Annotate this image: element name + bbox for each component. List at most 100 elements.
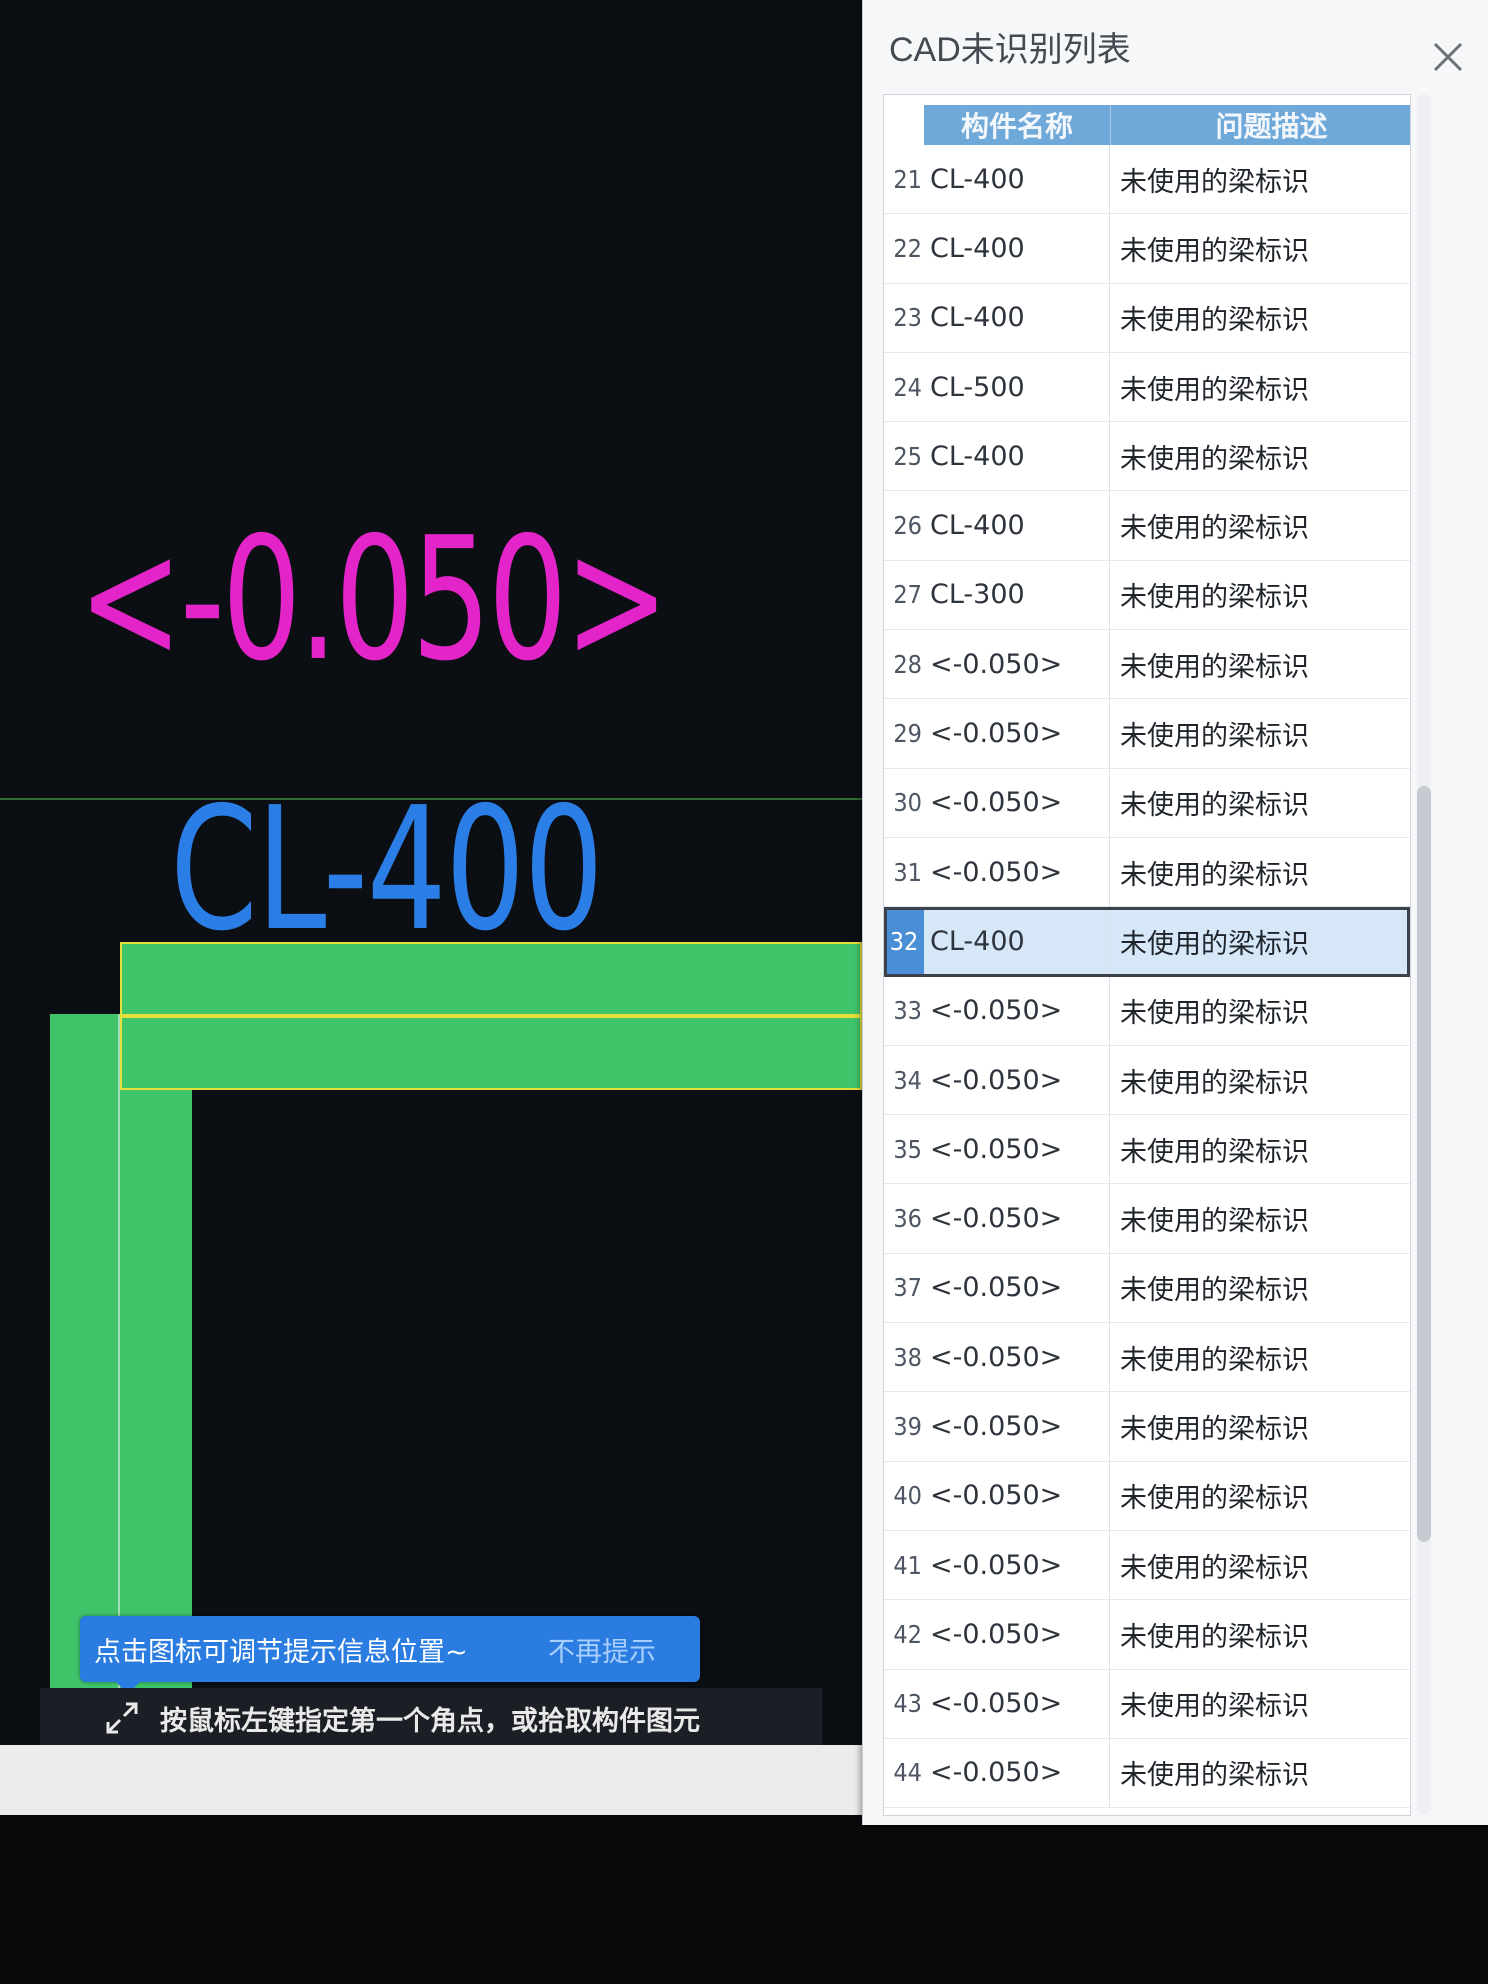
unrecognized-table: 构件名称 问题描述 21 CL-400 未使用的梁标识 22 CL-400 未使用的梁标识… [883,94,1411,1816]
issue-description-cell[interactable]: 未使用的梁标识 [1110,1615,1410,1654]
table-row[interactable]: 27 CL-300 未使用的梁标识 [884,560,1410,631]
row-number: 36 [893,1204,922,1234]
beam-horizontal-top[interactable] [120,942,862,1016]
component-name-cell[interactable]: <-0.050> [924,976,1110,1045]
table-row[interactable]: 30 <-0.050> 未使用的梁标识 [884,768,1410,838]
row-number: 32 [884,907,924,976]
issue-description-cell[interactable]: 未使用的梁标识 [1110,714,1410,753]
component-name-cell[interactable]: CL-400 [924,422,1110,491]
cad-unrecognized-list-dialog: CAD未识别列表 构件名称 问题描述 21 CL-400 未使用的梁标识 22 CL-4… [862,0,1488,1825]
component-name-cell[interactable]: <-0.050> [924,1461,1110,1530]
table-row[interactable]: 42 <-0.050> 未使用的梁标识 [884,1600,1410,1670]
row-number: 38 [893,1342,922,1372]
table-row[interactable]: 29 <-0.050> 未使用的梁标识 [884,699,1410,769]
issue-description-cell[interactable]: 未使用的梁标识 [1110,922,1410,961]
issue-description-cell[interactable]: 未使用的梁标识 [1110,1546,1410,1585]
component-name-cell[interactable]: <-0.050> [924,1323,1110,1392]
component-name-cell[interactable]: CL-300 [924,560,1110,630]
row-number: 22 [893,233,922,263]
row-number: 30 [893,788,922,818]
component-name-cell[interactable]: <-0.050> [924,1115,1110,1184]
row-number: 26 [893,511,922,541]
issue-description-cell[interactable]: 未使用的梁标识 [1110,853,1410,892]
issue-description-cell[interactable]: 未使用的梁标识 [1110,1753,1410,1792]
component-name-cell[interactable]: CL-400 [924,491,1110,560]
issue-description-cell[interactable]: 未使用的梁标识 [1110,991,1410,1030]
component-name-cell[interactable]: <-0.050> [924,1669,1110,1738]
issue-description-cell[interactable]: 未使用的梁标识 [1110,437,1410,476]
row-number: 25 [893,441,922,471]
component-name-cell[interactable]: <-0.050> [924,1530,1110,1600]
table-row[interactable]: 32 CL-400 未使用的梁标识 [884,907,1410,977]
component-name-cell[interactable]: CL-400 [924,907,1110,976]
table-row[interactable]: 21 CL-400 未使用的梁标识 [884,145,1410,215]
component-name-cell[interactable]: CL-400 [924,283,1110,352]
row-number: 41 [893,1550,922,1580]
issue-description-cell[interactable]: 未使用的梁标识 [1110,1684,1410,1723]
component-name-cell[interactable]: <-0.050> [924,837,1110,907]
row-number: 33 [893,996,922,1026]
table-row[interactable]: 22 CL-400 未使用的梁标识 [884,214,1410,284]
table-row[interactable]: 37 <-0.050> 未使用的梁标识 [884,1253,1410,1324]
table-row[interactable]: 41 <-0.050> 未使用的梁标识 [884,1530,1410,1601]
beam-horizontal-bottom[interactable] [120,1016,862,1090]
issue-description-cell[interactable]: 未使用的梁标识 [1110,645,1410,684]
issue-description-cell[interactable]: 未使用的梁标识 [1110,1061,1410,1100]
component-name-cell[interactable]: <-0.050> [924,699,1110,768]
issue-description-cell[interactable]: 未使用的梁标识 [1110,1338,1410,1377]
beam-label[interactable]: CL-400 [170,780,604,960]
table-row[interactable]: 44 <-0.050> 未使用的梁标识 [884,1738,1410,1809]
issue-description-cell[interactable]: 未使用的梁标识 [1110,160,1410,199]
hint-tooltip: 点击图标可调节提示信息位置~ 不再提示 [80,1616,700,1694]
component-name-cell[interactable]: <-0.050> [924,1045,1110,1115]
close-icon[interactable] [1429,38,1467,76]
component-name-cell[interactable]: CL-500 [924,352,1110,422]
scrollbar-thumb[interactable] [1417,786,1431,1542]
component-name-cell[interactable]: <-0.050> [924,630,1110,699]
table-body: 21 CL-400 未使用的梁标识 22 CL-400 未使用的梁标识 23 CL-400 未使… [884,145,1410,1809]
command-prompt-text: 按鼠标左键指定第一个角点，或拾取构件图元 [160,1705,700,1737]
column-header-description[interactable]: 问题描述 [1111,105,1410,145]
issue-description-cell[interactable]: 未使用的梁标识 [1110,506,1410,545]
issue-description-cell[interactable]: 未使用的梁标识 [1110,368,1410,407]
component-name-cell[interactable]: CL-400 [924,214,1110,283]
table-row[interactable]: 40 <-0.050> 未使用的梁标识 [884,1461,1410,1531]
issue-description-cell[interactable]: 未使用的梁标识 [1110,1199,1410,1238]
table-row[interactable]: 34 <-0.050> 未使用的梁标识 [884,1045,1410,1116]
table-row[interactable]: 39 <-0.050> 未使用的梁标识 [884,1392,1410,1462]
row-number: 40 [893,1481,922,1511]
issue-description-cell[interactable]: 未使用的梁标识 [1110,1407,1410,1446]
issue-description-cell[interactable]: 未使用的梁标识 [1110,1268,1410,1307]
column-header-name[interactable]: 构件名称 [924,105,1111,145]
row-number: 21 [893,164,922,194]
table-row[interactable]: 25 CL-400 未使用的梁标识 [884,422,1410,492]
component-name-cell[interactable]: <-0.050> [924,768,1110,837]
issue-description-cell[interactable]: 未使用的梁标识 [1110,229,1410,268]
issue-description-cell[interactable]: 未使用的梁标识 [1110,1476,1410,1515]
component-name-cell[interactable]: CL-400 [924,145,1110,214]
issue-description-cell[interactable]: 未使用的梁标识 [1110,1130,1410,1169]
table-row[interactable]: 24 CL-500 未使用的梁标识 [884,352,1410,423]
table-row[interactable]: 35 <-0.050> 未使用的梁标识 [884,1115,1410,1185]
issue-description-cell[interactable]: 未使用的梁标识 [1110,783,1410,822]
resize-arrows-icon[interactable] [102,1698,142,1738]
table-row[interactable]: 43 <-0.050> 未使用的梁标识 [884,1669,1410,1739]
table-row[interactable]: 33 <-0.050> 未使用的梁标识 [884,976,1410,1046]
component-name-cell[interactable]: <-0.050> [924,1253,1110,1323]
component-name-cell[interactable]: <-0.050> [924,1392,1110,1461]
issue-description-cell[interactable]: 未使用的梁标识 [1110,298,1410,337]
table-row[interactable]: 28 <-0.050> 未使用的梁标识 [884,630,1410,700]
table-row[interactable]: 26 CL-400 未使用的梁标识 [884,491,1410,561]
elevation-label[interactable]: <-0.050> [78,500,669,700]
dont-show-again-link[interactable]: 不再提示 [548,1630,656,1669]
table-row[interactable]: 31 <-0.050> 未使用的梁标识 [884,837,1410,908]
component-name-cell[interactable]: <-0.050> [924,1600,1110,1669]
tooltip-text: 点击图标可调节提示信息位置~ [94,1636,468,1668]
component-name-cell[interactable]: <-0.050> [924,1184,1110,1253]
table-row[interactable]: 38 <-0.050> 未使用的梁标识 [884,1323,1410,1393]
component-name-cell[interactable]: <-0.050> [924,1738,1110,1808]
row-number: 28 [893,649,922,679]
table-row[interactable]: 36 <-0.050> 未使用的梁标识 [884,1184,1410,1254]
table-row[interactable]: 23 CL-400 未使用的梁标识 [884,283,1410,353]
issue-description-cell[interactable]: 未使用的梁标识 [1110,575,1410,614]
